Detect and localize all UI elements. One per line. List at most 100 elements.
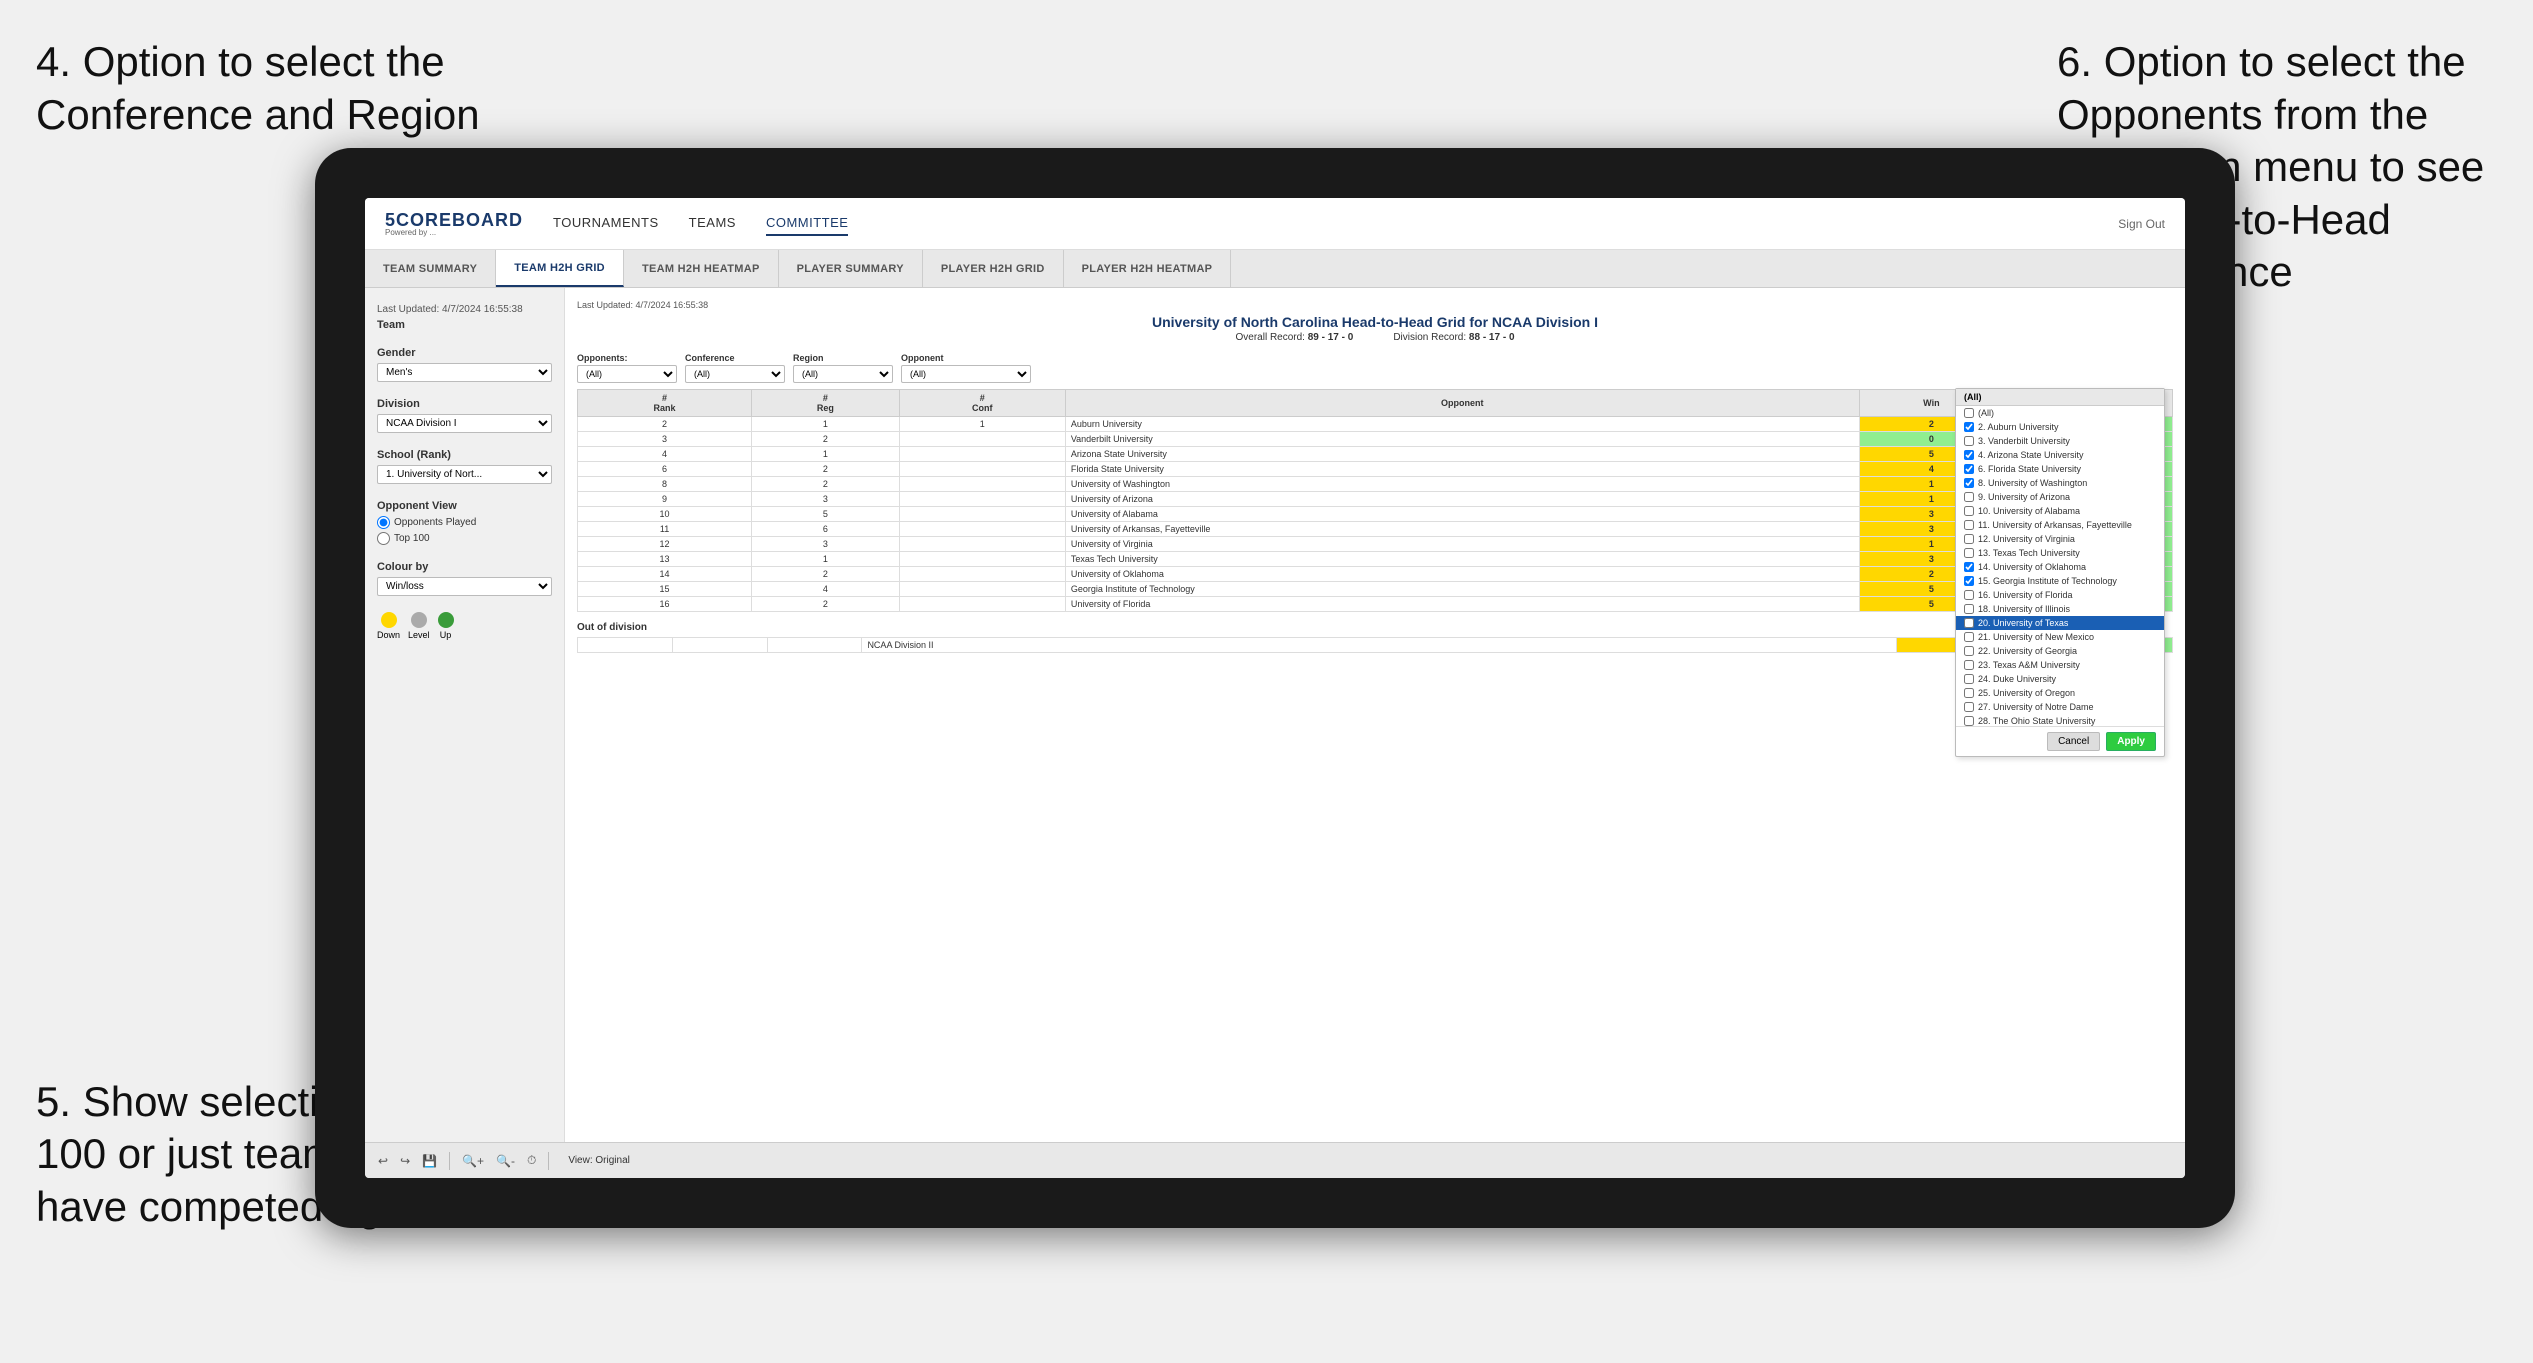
table-row: 11 6 University of Arkansas, Fayettevill… [578, 522, 2173, 537]
logo-text: 5COREBOARD [385, 211, 523, 229]
col-reg: #Reg [752, 390, 900, 417]
tab-player-h2h-grid[interactable]: PLAYER H2H GRID [923, 250, 1064, 287]
toolbar-divider [449, 1152, 450, 1170]
conference-label: Conference [685, 353, 785, 363]
legend-down: Down [377, 612, 400, 640]
region-label: Region [793, 353, 893, 363]
dropdown-item[interactable]: 14. University of Oklahoma [1956, 560, 2164, 574]
conference-select[interactable]: (All) [685, 365, 785, 383]
dropdown-item[interactable]: 23. Texas A&M University [1956, 658, 2164, 672]
col-opponent: Opponent [1065, 390, 1859, 417]
dropdown-item[interactable]: 13. Texas Tech University [1956, 546, 2164, 560]
legend-down-circle [381, 612, 397, 628]
colour-by-section: Colour by Win/loss [377, 561, 552, 596]
opponent-label: Opponent [901, 353, 1031, 363]
bottom-toolbar: ↩ ↪ 💾 🔍+ 🔍- ⏱ View: Original [365, 1142, 2185, 1178]
radio-opponents-played[interactable]: Opponents Played [377, 516, 552, 529]
apply-button[interactable]: Apply [2106, 732, 2156, 751]
table-records: Overall Record: 89 - 17 - 0 Division Rec… [577, 332, 2173, 343]
table-row: NCAA Division II 1 0 [578, 638, 2173, 653]
legend-level-circle [411, 612, 427, 628]
dropdown-item[interactable]: 10. University of Alabama [1956, 504, 2164, 518]
nav-tournaments[interactable]: TOURNAMENTS [553, 211, 659, 236]
toolbar-undo[interactable]: ↩ [375, 1154, 391, 1168]
tab-team-h2h-grid[interactable]: TEAM H2H GRID [496, 250, 624, 287]
nav-items: TOURNAMENTS TEAMS COMMITTEE [553, 211, 2088, 236]
division-select[interactable]: NCAA Division I [377, 414, 552, 433]
dropdown-list[interactable]: (All) 2. Auburn University 3. Vanderbilt… [1956, 406, 2164, 726]
main-content: Last Updated: 4/7/2024 16:55:38 Team Gen… [365, 288, 2185, 1142]
legend-level: Level [408, 612, 430, 640]
opponent-view-section: Opponent View Opponents Played Top 100 [377, 500, 552, 545]
table-row: 13 1 Texas Tech University 3 0 [578, 552, 2173, 567]
radio-top-100[interactable]: Top 100 [377, 532, 552, 545]
gender-label: Gender [377, 347, 552, 359]
view-label: View: Original [568, 1155, 630, 1166]
filters-row: Opponents: (All) Conference (All) Region [577, 353, 2173, 383]
colour-by-label: Colour by [377, 561, 552, 573]
dropdown-item[interactable]: 8. University of Washington [1956, 476, 2164, 490]
nav-sign-out[interactable]: Sign Out [2118, 217, 2165, 231]
toolbar-redo[interactable]: ↪ [397, 1154, 413, 1168]
dropdown-item[interactable]: 25. University of Oregon [1956, 686, 2164, 700]
opponent-view-label: Opponent View [377, 500, 552, 512]
table-row: 6 2 Florida State University 4 2 [578, 462, 2173, 477]
dropdown-item[interactable]: 12. University of Virginia [1956, 532, 2164, 546]
logo-area: 5COREBOARD Powered by ... [385, 211, 523, 237]
gender-select[interactable]: Men's [377, 363, 552, 382]
top-nav: 5COREBOARD Powered by ... TOURNAMENTS TE… [365, 198, 2185, 250]
table-row: 12 3 University of Virginia 1 0 [578, 537, 2173, 552]
toolbar-save[interactable]: 💾 [419, 1154, 440, 1168]
dropdown-item[interactable]: 20. University of Texas [1956, 616, 2164, 630]
table-row: 3 2 Vanderbilt University 0 4 [578, 432, 2173, 447]
nav-committee[interactable]: COMMITTEE [766, 211, 849, 236]
tab-team-h2h-heatmap[interactable]: TEAM H2H HEATMAP [624, 250, 779, 287]
colour-by-select[interactable]: Win/loss [377, 577, 552, 596]
dropdown-item[interactable]: (All) [1956, 406, 2164, 420]
opponent-select[interactable]: (All) [901, 365, 1031, 383]
dropdown-item[interactable]: 2. Auburn University [1956, 420, 2164, 434]
region-select[interactable]: (All) [793, 365, 893, 383]
table-row: 2 1 1 Auburn University 2 1 [578, 417, 2173, 432]
toolbar-timer[interactable]: ⏱ [524, 1153, 539, 1168]
dropdown-item[interactable]: 9. University of Arizona [1956, 490, 2164, 504]
dropdown-item[interactable]: 18. University of Illinois [1956, 602, 2164, 616]
annotation-top-left: 4. Option to select the Conference and R… [36, 36, 546, 141]
table-area: Last Updated: 4/7/2024 16:55:38 Universi… [565, 288, 2185, 1142]
tab-player-summary[interactable]: PLAYER SUMMARY [779, 250, 923, 287]
dropdown-item[interactable]: 27. University of Notre Dame [1956, 700, 2164, 714]
table-row: 10 5 University of Alabama 3 0 [578, 507, 2173, 522]
data-table: #Rank #Reg #Conf Opponent Win Loss 2 1 1… [577, 389, 2173, 612]
dropdown-item[interactable]: 16. University of Florida [1956, 588, 2164, 602]
dropdown-item[interactable]: 4. Arizona State University [1956, 448, 2164, 462]
toolbar-zoom-in[interactable]: 🔍+ [459, 1154, 487, 1168]
last-updated-info: Last Updated: 4/7/2024 16:55:38 [577, 300, 708, 310]
tab-player-h2h-heatmap[interactable]: PLAYER H2H HEATMAP [1064, 250, 1232, 287]
dropdown-item[interactable]: 6. Florida State University [1956, 462, 2164, 476]
nav-teams[interactable]: TEAMS [689, 211, 736, 236]
dropdown-header: (All) [1956, 389, 2164, 406]
dropdown-item[interactable]: 28. The Ohio State University [1956, 714, 2164, 726]
team-section: Team [377, 319, 552, 331]
opponents-label: Opponents: [577, 353, 677, 363]
opponents-filter: Opponents: (All) [577, 353, 677, 383]
logo-sub: Powered by ... [385, 229, 523, 237]
out-of-division: Out of division NCAA Division II 1 0 [577, 622, 2173, 653]
dropdown-buttons: Cancel Apply [1956, 726, 2164, 756]
opponents-select[interactable]: (All) [577, 365, 677, 383]
toolbar-zoom-out[interactable]: 🔍- [493, 1154, 518, 1168]
dropdown-item[interactable]: 22. University of Georgia [1956, 644, 2164, 658]
legend-up-circle [438, 612, 454, 628]
school-select[interactable]: 1. University of Nort... [377, 465, 552, 484]
table-header-info: Last Updated: 4/7/2024 16:55:38 [577, 300, 2173, 310]
dropdown-item[interactable]: 3. Vanderbilt University [1956, 434, 2164, 448]
dropdown-item[interactable]: 21. University of New Mexico [1956, 630, 2164, 644]
table-row: 8 2 University of Washington 1 0 [578, 477, 2173, 492]
dropdown-item[interactable]: 24. Duke University [1956, 672, 2164, 686]
dropdown-item[interactable]: 11. University of Arkansas, Fayetteville [1956, 518, 2164, 532]
cancel-button[interactable]: Cancel [2047, 732, 2100, 751]
opponent-dropdown-panel[interactable]: (All) (All) 2. Auburn University 3. Vand… [1955, 388, 2165, 757]
tablet-device: 5COREBOARD Powered by ... TOURNAMENTS TE… [315, 148, 2235, 1228]
tab-team-summary[interactable]: TEAM SUMMARY [365, 250, 496, 287]
dropdown-item[interactable]: 15. Georgia Institute of Technology [1956, 574, 2164, 588]
